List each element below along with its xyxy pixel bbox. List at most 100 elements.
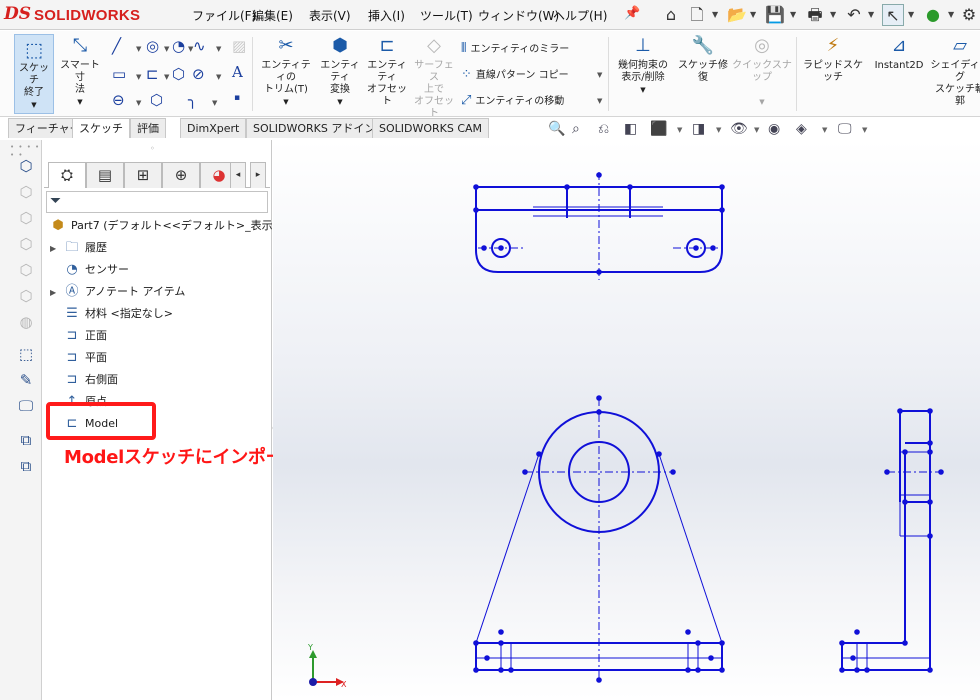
home-icon[interactable]: ⌂ xyxy=(660,4,682,26)
text-icon[interactable]: A xyxy=(232,63,243,81)
display-delete-relations-button[interactable]: ⊥ 幾何拘束の 表示/削除 ▼ xyxy=(612,34,674,96)
rectangle-icon[interactable]: ▭ xyxy=(112,65,126,83)
fillet-icon[interactable]: ╮ xyxy=(188,91,197,109)
chevron-down-icon[interactable]: ▼ xyxy=(216,73,221,81)
zoom-to-fit-icon[interactable]: 🔍 xyxy=(548,121,565,137)
view-settings-icon[interactable]: 🖵 xyxy=(838,121,852,137)
point-icon[interactable]: ▪ xyxy=(234,93,240,103)
edit-appearance-icon[interactable]: ◉ xyxy=(768,121,780,137)
chevron-down-icon[interactable]: ▼ xyxy=(948,10,954,19)
select-cursor-icon[interactable]: ↖ xyxy=(882,4,904,26)
chevron-down-icon[interactable]: ▼ xyxy=(164,73,169,81)
undo-icon[interactable]: ↶ xyxy=(843,4,865,26)
graphics-area[interactable]: Y X xyxy=(273,140,980,700)
circle-icon[interactable]: ◎ xyxy=(146,37,159,55)
shaded-sketch-contours-button[interactable]: ▱ シェイディングスケッチ輪郭 xyxy=(930,34,980,108)
copy-icon[interactable]: ⧉ xyxy=(16,430,36,450)
configuration-manager-tab[interactable]: ⊞ xyxy=(124,162,162,188)
chevron-down-icon[interactable]: ▼ xyxy=(790,10,796,19)
save-icon[interactable]: 💾 xyxy=(764,4,786,26)
tab-scroll-left-icon[interactable]: ◂ xyxy=(230,162,246,188)
move-entities-button[interactable]: ⤢ エンティティの移動 xyxy=(461,92,564,108)
repair-sketch-button[interactable]: 🔧 スケッチ修復 xyxy=(678,34,728,84)
ellipse-icon[interactable]: ⊘ xyxy=(192,65,205,83)
property-manager-tab[interactable]: ▤ xyxy=(86,162,124,188)
display-style-icon[interactable]: ◨ xyxy=(692,121,705,137)
panel-grip-icon[interactable]: ◦ xyxy=(150,144,155,153)
chevron-down-icon[interactable]: ▼ xyxy=(216,45,221,53)
print-icon[interactable]: 🖶 xyxy=(804,4,826,26)
chevron-down-icon[interactable]: ▼ xyxy=(597,97,602,105)
instant2d-button[interactable]: ⊿ Instant2D xyxy=(868,34,930,72)
view-orientation-icon[interactable]: ⬛ xyxy=(650,121,667,137)
chevron-down-icon[interactable]: ▼ xyxy=(136,73,141,81)
trim-entities-button[interactable]: ✂ エンティティの トリム(T) ▼ xyxy=(258,34,314,108)
zoom-to-area-icon[interactable]: ⌕ xyxy=(572,121,580,137)
menu-tools[interactable]: ツール(T) xyxy=(420,7,473,24)
menu-view[interactable]: 表示(V) xyxy=(309,7,351,24)
new-document-icon[interactable]: 🗋 xyxy=(686,4,708,26)
tab-dimxpert[interactable]: DimXpert xyxy=(180,118,247,138)
chevron-down-icon[interactable]: ▼ xyxy=(716,126,721,134)
smart-dimension-button[interactable]: ⤡ スマート寸法 ▼ xyxy=(58,34,102,108)
menu-help[interactable]: ヘルプ(H) xyxy=(553,7,607,24)
polygon-icon[interactable]: ⬡ xyxy=(172,65,185,83)
rebuild-traffic-light-icon[interactable]: ● xyxy=(922,4,944,26)
tree-item-sensors[interactable]: ◔ センサー xyxy=(50,260,129,280)
section-view-icon[interactable]: ◧ xyxy=(624,121,637,137)
chevron-down-icon[interactable]: ▼ xyxy=(750,10,756,19)
chevron-down-icon[interactable]: ▼ xyxy=(868,10,874,19)
chevron-down-icon[interactable]: ▼ xyxy=(830,10,836,19)
line-icon[interactable]: ╱ xyxy=(112,37,121,55)
view-cube-icon[interactable]: ⬡ xyxy=(16,156,36,176)
menu-edit[interactable]: 編集(E) xyxy=(252,7,293,24)
tree-item-right-plane[interactable]: ⊐ 右側面 xyxy=(50,370,118,390)
copy-icon[interactable]: ⧉ xyxy=(16,456,36,476)
hexagon-icon[interactable]: ⬡ xyxy=(150,91,163,109)
tab-evaluate[interactable]: 評価 xyxy=(130,118,166,138)
menu-insert[interactable]: 挿入(I) xyxy=(368,7,405,24)
convert-entities-button[interactable]: ⬢ エンティティ 変換 ▼ xyxy=(316,34,364,108)
display-icon[interactable]: 🖵 xyxy=(16,396,36,416)
expand-arrow-icon[interactable]: ▶ xyxy=(50,239,62,259)
spline-icon[interactable]: ∿ xyxy=(193,37,206,55)
open-folder-icon[interactable]: 📂 xyxy=(726,4,748,26)
chevron-down-icon[interactable]: ▼ xyxy=(754,126,759,134)
chevron-down-icon[interactable]: ▼ xyxy=(677,126,682,134)
expand-arrow-icon[interactable]: ▶ xyxy=(50,283,62,303)
tree-item-top-plane[interactable]: ⊐ 平面 xyxy=(50,348,107,368)
menu-file[interactable]: ファイル(F) xyxy=(192,7,256,24)
exit-sketch-button[interactable]: ⬚ スケッチ 終了 ▼ xyxy=(14,34,54,114)
chevron-down-icon[interactable]: ▼ xyxy=(136,45,141,53)
sketch-repair-icon[interactable]: ✎ xyxy=(16,370,36,390)
mirror-entities-button[interactable]: ⫴ エンティティのミラー xyxy=(461,40,569,56)
slot-icon[interactable]: ⊏ xyxy=(146,65,159,83)
tree-filter-field[interactable]: ⏷ xyxy=(46,191,268,213)
chevron-down-icon[interactable]: ▼ xyxy=(164,45,169,53)
rapid-sketch-button[interactable]: ⚡ ラピッドスケッチ xyxy=(800,34,866,84)
straight-slot-icon[interactable]: ⊖ xyxy=(112,91,125,109)
chevron-down-icon[interactable]: ▼ xyxy=(822,126,827,134)
chevron-down-icon[interactable]: ▼ xyxy=(712,10,718,19)
previous-view-icon[interactable]: ⎌ xyxy=(598,121,609,137)
tree-item-annotations[interactable]: ▶ Ⓐ アノテート アイテム xyxy=(50,282,185,302)
tab-solidworks-addins[interactable]: SOLIDWORKS アドイン xyxy=(246,118,383,138)
hide-show-items-icon[interactable]: 👁 xyxy=(730,121,748,137)
options-gear-icon[interactable]: ⚙ xyxy=(958,4,980,26)
chevron-down-icon[interactable]: ▼ xyxy=(908,10,914,19)
chevron-down-icon[interactable]: ▼ xyxy=(212,99,217,107)
sketch-select-icon[interactable]: ⬚ xyxy=(16,344,36,364)
chevron-down-icon[interactable]: ▼ xyxy=(136,99,141,107)
tab-scroll-right-icon[interactable]: ▸ xyxy=(250,162,266,188)
chevron-down-icon[interactable]: ▼ xyxy=(862,126,867,134)
linear-pattern-button[interactable]: ⁘ 直線パターン コピー xyxy=(461,66,569,82)
tree-item-material[interactable]: ☰ 材料 <指定なし> xyxy=(50,304,173,324)
feature-tree-tab[interactable]: ⛭ xyxy=(48,162,86,188)
tab-sketch[interactable]: スケッチ xyxy=(72,118,130,138)
tree-item-history[interactable]: ▶ 🗀 履歴 xyxy=(50,238,107,258)
tab-solidworks-cam[interactable]: SOLIDWORKS CAM xyxy=(372,118,490,138)
tree-item-front-plane[interactable]: ⊐ 正面 xyxy=(50,326,107,346)
menu-window[interactable]: ウィンドウ(W) xyxy=(478,7,559,24)
offset-entities-button[interactable]: ⊏ エンティティ オフセット xyxy=(364,34,410,108)
dimxpert-manager-tab[interactable]: ⊕ xyxy=(162,162,200,188)
